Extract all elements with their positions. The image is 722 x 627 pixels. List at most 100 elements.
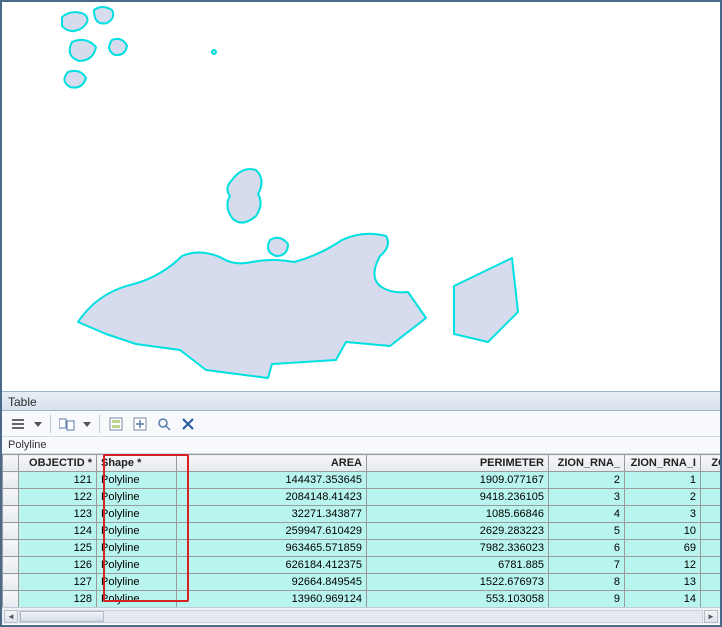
scroll-left-button[interactable]: ◄ — [4, 610, 18, 623]
cell-zoi[interactable] — [701, 472, 721, 489]
cell-area[interactable]: 259947.610429 — [177, 523, 367, 540]
cell-perimeter[interactable]: 6781.885 — [367, 557, 549, 574]
cell-objectid[interactable]: 123 — [19, 506, 97, 523]
table-layer-name: Polyline — [2, 437, 720, 454]
cell-zion-rna-i[interactable]: 69 — [625, 540, 701, 557]
cell-zion-rna[interactable]: 3 — [549, 489, 625, 506]
table-options-button[interactable] — [8, 414, 28, 434]
scroll-right-button[interactable]: ► — [704, 610, 718, 623]
cell-zion-rna[interactable]: 4 — [549, 506, 625, 523]
scroll-thumb[interactable] — [20, 611, 104, 622]
column-header-perimeter[interactable]: PERIMETER — [367, 455, 549, 472]
table-row[interactable]: 121Polyline144437.3536451909.07716721 — [3, 472, 721, 489]
cell-shape[interactable]: Polyline — [97, 472, 177, 489]
cell-shape[interactable]: Polyline — [97, 574, 177, 591]
table-row[interactable]: 122Polyline2084148.414239418.23610532 — [3, 489, 721, 506]
cell-perimeter[interactable]: 1522.676973 — [367, 574, 549, 591]
cell-zion-rna-i[interactable]: 13 — [625, 574, 701, 591]
map-canvas[interactable] — [2, 2, 720, 391]
table-row[interactable]: 123Polyline32271.3438771085.6684643 — [3, 506, 721, 523]
table-panel-title: Table — [8, 395, 37, 409]
cell-zion-rna-i[interactable]: 10 — [625, 523, 701, 540]
cell-shape[interactable]: Polyline — [97, 591, 177, 608]
attribute-table[interactable]: OBJECTID * Shape * AREA PERIMETER ZION_R… — [2, 454, 720, 607]
cell-zoi[interactable] — [701, 506, 721, 523]
cell-objectid[interactable]: 126 — [19, 557, 97, 574]
cell-objectid[interactable]: 128 — [19, 591, 97, 608]
cell-zion-rna[interactable]: 2 — [549, 472, 625, 489]
cell-zion-rna-i[interactable]: 12 — [625, 557, 701, 574]
clear-selection-button[interactable] — [178, 414, 198, 434]
cell-objectid[interactable]: 121 — [19, 472, 97, 489]
cell-zion-rna[interactable]: 8 — [549, 574, 625, 591]
cell-shape[interactable]: Polyline — [97, 506, 177, 523]
cell-shape[interactable]: Polyline — [97, 489, 177, 506]
row-selector-header[interactable] — [3, 455, 19, 472]
toolbar-separator — [99, 415, 100, 433]
table-row[interactable]: 128Polyline13960.969124553.103058914 — [3, 591, 721, 608]
table-options-dropdown[interactable] — [32, 414, 44, 434]
cell-objectid[interactable]: 122 — [19, 489, 97, 506]
cell-perimeter[interactable]: 7982.336023 — [367, 540, 549, 557]
cell-area[interactable]: 13960.969124 — [177, 591, 367, 608]
cell-zion-rna[interactable]: 7 — [549, 557, 625, 574]
column-header-shape[interactable]: Shape * — [97, 455, 177, 472]
cell-perimeter[interactable]: 9418.236105 — [367, 489, 549, 506]
cell-shape[interactable]: Polyline — [97, 557, 177, 574]
row-selector[interactable] — [3, 472, 19, 489]
row-selector[interactable] — [3, 591, 19, 608]
cell-zoi[interactable] — [701, 574, 721, 591]
switch-selection-button[interactable] — [130, 414, 150, 434]
cell-shape[interactable]: Polyline — [97, 540, 177, 557]
cell-area[interactable]: 626184.412375 — [177, 557, 367, 574]
cell-area[interactable]: 2084148.41423 — [177, 489, 367, 506]
table-toolbar — [2, 411, 720, 437]
row-selector[interactable] — [3, 540, 19, 557]
cell-objectid[interactable]: 125 — [19, 540, 97, 557]
cell-area[interactable]: 144437.353645 — [177, 472, 367, 489]
related-tables-button[interactable] — [57, 414, 77, 434]
cell-perimeter[interactable]: 1085.66846 — [367, 506, 549, 523]
cell-zoi[interactable] — [701, 523, 721, 540]
cell-perimeter[interactable]: 1909.077167 — [367, 472, 549, 489]
column-header-zoi[interactable]: ZOI — [701, 455, 721, 472]
table-row[interactable]: 124Polyline259947.6104292629.283223510 — [3, 523, 721, 540]
table-row[interactable]: 126Polyline626184.4123756781.885712 — [3, 557, 721, 574]
table-row[interactable]: 125Polyline963465.5718597982.336023669 — [3, 540, 721, 557]
row-selector[interactable] — [3, 489, 19, 506]
row-selector[interactable] — [3, 574, 19, 591]
column-header-zion-rna[interactable]: ZION_RNA_ — [549, 455, 625, 472]
cell-zion-rna-i[interactable]: 3 — [625, 506, 701, 523]
cell-zoi[interactable] — [701, 591, 721, 608]
zoom-selected-button[interactable] — [154, 414, 174, 434]
column-header-area[interactable]: AREA — [177, 455, 367, 472]
cell-zion-rna-i[interactable]: 1 — [625, 472, 701, 489]
cell-zion-rna-i[interactable]: 14 — [625, 591, 701, 608]
cell-shape[interactable]: Polyline — [97, 523, 177, 540]
scroll-track[interactable] — [19, 610, 703, 623]
cell-zion-rna-i[interactable]: 2 — [625, 489, 701, 506]
cell-zoi[interactable] — [701, 557, 721, 574]
related-tables-dropdown[interactable] — [81, 414, 93, 434]
cell-area[interactable]: 92664.849545 — [177, 574, 367, 591]
cell-area[interactable]: 32271.343877 — [177, 506, 367, 523]
cell-zion-rna[interactable]: 9 — [549, 591, 625, 608]
cell-zion-rna[interactable]: 6 — [549, 540, 625, 557]
column-header-zion-rna-i[interactable]: ZION_RNA_I — [625, 455, 701, 472]
cell-objectid[interactable]: 124 — [19, 523, 97, 540]
select-by-attributes-button[interactable] — [106, 414, 126, 434]
cell-perimeter[interactable]: 2629.283223 — [367, 523, 549, 540]
cell-zion-rna[interactable]: 5 — [549, 523, 625, 540]
row-selector[interactable] — [3, 523, 19, 540]
cell-zoi[interactable] — [701, 540, 721, 557]
layer-name-text: Polyline — [8, 439, 47, 451]
horizontal-scrollbar[interactable]: ◄ ► — [2, 607, 720, 624]
cell-area[interactable]: 963465.571859 — [177, 540, 367, 557]
row-selector[interactable] — [3, 557, 19, 574]
cell-perimeter[interactable]: 553.103058 — [367, 591, 549, 608]
column-header-objectid[interactable]: OBJECTID * — [19, 455, 97, 472]
table-row[interactable]: 127Polyline92664.8495451522.676973813 — [3, 574, 721, 591]
cell-zoi[interactable] — [701, 489, 721, 506]
row-selector[interactable] — [3, 506, 19, 523]
cell-objectid[interactable]: 127 — [19, 574, 97, 591]
